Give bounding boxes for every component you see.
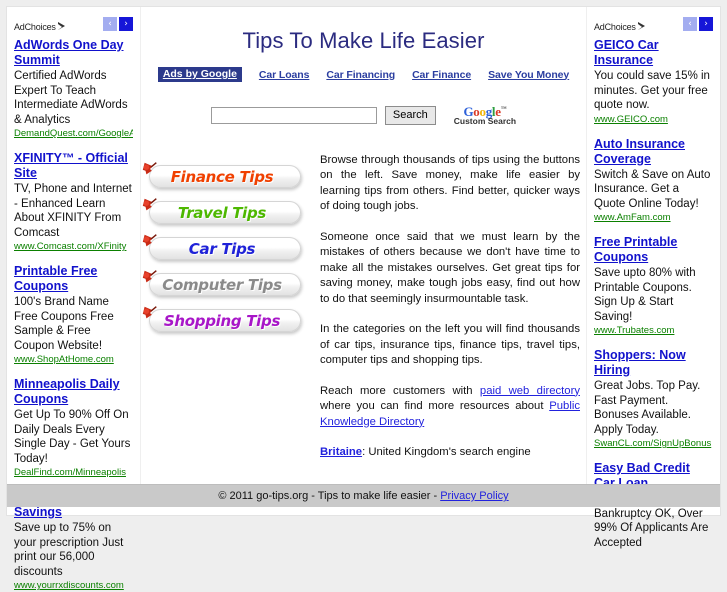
page-container: AdChoices ‹ › AdWords One Day Summit Cer… [6,6,721,591]
list-item: XFINITY™ - Official Site TV, Phone and I… [14,151,133,253]
tip-button-shopping[interactable]: Shopping Tips [142,305,301,332]
search-bar: Search Google™ Custom Search [143,105,584,126]
ad-description: TV, Phone and Internet - Enhanced Learn … [14,183,132,239]
ad-url-link[interactable]: www.Comcast.com/XFinity [14,241,133,253]
page-footer: © 2011 go-tips.org - Tips to make life e… [7,484,720,507]
intro-paragraph-3: In the categories on the left you will f… [320,323,580,366]
copyright-text: © 2011 go-tips.org - Tips to make life e… [218,490,438,502]
ad-next-arrow-icon[interactable]: › [699,17,713,31]
paragraph-text-part-1: Reach more customers with [320,384,480,397]
adchoices-bar-right: AdChoices ‹ › [594,17,713,33]
britaine-line: Britaine: United Kingdom's search engine [320,445,580,461]
ad-description: Switch & Save on Auto Insurance. Get a Q… [594,168,711,210]
list-item: AdWords One Day Summit Certified AdWords… [14,38,133,140]
ad-url-link[interactable]: www.AmFam.com [594,212,713,224]
ad-title-link[interactable]: AdWords One Day Summit [14,38,133,68]
paragraph-text-part-2: where you can find more resources about [320,400,550,412]
ad-nav-arrows-left: ‹ › [103,17,133,31]
content-columns: Finance Tips Travel Tips Car Tips Comput… [142,153,584,461]
ad-title-link[interactable]: XFINITY™ - Official Site [14,151,133,181]
tip-button-label: Car Tips [188,239,256,258]
custom-search-label: Custom Search [453,116,517,126]
tip-button-computer[interactable]: Computer Tips [142,269,301,296]
right-ad-sidebar: AdChoices ‹ › GEICO Car Insurance You co… [586,7,720,549]
intro-text-column: Browse through thousands of tips using t… [314,153,584,461]
tips-button-column: Finance Tips Travel Tips Car Tips Comput… [142,153,314,461]
search-button[interactable]: Search [384,105,436,125]
ad-keyword-link-car-loans[interactable]: Car Loans [259,69,310,81]
list-item: GEICO Car Insurance You could save 15% i… [594,38,713,126]
ad-title-link[interactable]: Minneapolis Daily Coupons [14,377,133,407]
tip-button-car[interactable]: Car Tips [142,233,301,260]
page-title: Tips To Make Life Easier [242,28,485,53]
adchoices-label[interactable]: AdChoices [14,20,56,34]
adchoices-label[interactable]: AdChoices [594,20,636,34]
list-item: Auto Insurance Coverage Switch & Save on… [594,137,713,225]
paid-web-directory-link[interactable]: paid web directory [480,385,580,397]
adchoices-triangle-icon[interactable] [637,22,645,31]
ad-nav-arrows-right: ‹ › [683,17,713,31]
ad-url-link[interactable]: DemandQuest.com/GoogleAd... [14,128,133,140]
ad-keyword-link-save-you-money[interactable]: Save You Money [488,69,569,81]
ad-description: 100's Brand Name Free Coupons Free Sampl… [14,296,114,352]
intro-paragraph-2: Someone once said that we must learn by … [320,230,580,305]
adchoices-bar-left: AdChoices ‹ › [14,17,133,33]
search-input[interactable] [210,106,377,124]
ads-by-google-bar: Ads by Google Car Loans Car Financing Ca… [143,67,584,82]
list-item: Free Printable Coupons Save upto 80% wit… [594,235,713,337]
tip-button-label: Travel Tips [177,203,267,222]
tip-button-label: Computer Tips [162,275,282,294]
tip-button-label: Shopping Tips [163,311,281,330]
intro-paragraph-1: Browse through thousands of tips using t… [320,153,580,213]
ad-prev-arrow-icon[interactable]: ‹ [683,17,697,31]
ad-url-link[interactable]: www.Trubates.com [594,325,713,337]
tip-button-label: Finance Tips [170,167,274,186]
privacy-policy-link[interactable]: Privacy Policy [440,490,508,502]
ad-url-link[interactable]: www.yourrxdiscounts.com [14,580,133,592]
ad-url-link[interactable]: DealFind.com/Minneapolis [14,467,133,479]
google-custom-search-logo: Google™ Custom Search [454,105,516,126]
ad-url-link[interactable]: www.ShopAtHome.com [14,354,133,366]
list-item: Shoppers: Now Hiring Great Jobs. Top Pay… [594,348,713,450]
tip-button-travel[interactable]: Travel Tips [142,197,301,224]
adchoices-triangle-icon[interactable] [57,22,65,31]
ads-by-google-badge[interactable]: Ads by Google [157,67,242,82]
ad-title-link[interactable]: Shoppers: Now Hiring [594,348,713,378]
ad-description: You could save 15% in minutes. Get your … [594,70,710,111]
ad-description: Great Jobs. Top Pay. Fast Payment. Bonus… [594,380,701,436]
left-ad-sidebar: AdChoices ‹ › AdWords One Day Summit Cer… [7,7,141,591]
britaine-description: : United Kingdom's search engine [362,446,531,458]
britaine-link[interactable]: Britaine [320,446,362,458]
trademark-icon: ™ [500,106,507,113]
ad-title-link[interactable]: Printable Free Coupons [14,264,133,294]
ad-title-link[interactable]: Auto Insurance Coverage [594,137,713,167]
intro-paragraph-4: Reach more customers with paid web direc… [320,384,580,431]
ad-keyword-link-car-financing[interactable]: Car Financing [326,69,395,81]
ad-description: Save upto 80% with Printable Coupons. Si… [594,267,696,323]
ad-title-link[interactable]: Free Printable Coupons [594,235,713,265]
tip-button-finance[interactable]: Finance Tips [142,161,301,188]
ad-description: Save up to 75% on your prescription Just… [14,522,124,578]
ad-description: Get Up To 90% Off On Daily Deals Every S… [14,409,131,465]
ad-url-link[interactable]: www.GEICO.com [594,114,713,126]
main-content: Tips To Make Life Easier Ads by Google C… [142,7,584,484]
list-item: Printable Free Coupons 100's Brand Name … [14,264,133,366]
ad-title-link[interactable]: GEICO Car Insurance [594,38,713,68]
list-item: Minneapolis Daily Coupons Get Up To 90% … [14,377,133,479]
ad-description: Certified AdWords Expert To Teach Interm… [14,70,128,126]
ad-url-link[interactable]: SwanCL.com/SignUpBonus [594,438,713,450]
ad-prev-arrow-icon[interactable]: ‹ [103,17,117,31]
ad-keyword-link-car-finance[interactable]: Car Finance [412,69,471,81]
ad-next-arrow-icon[interactable]: › [119,17,133,31]
